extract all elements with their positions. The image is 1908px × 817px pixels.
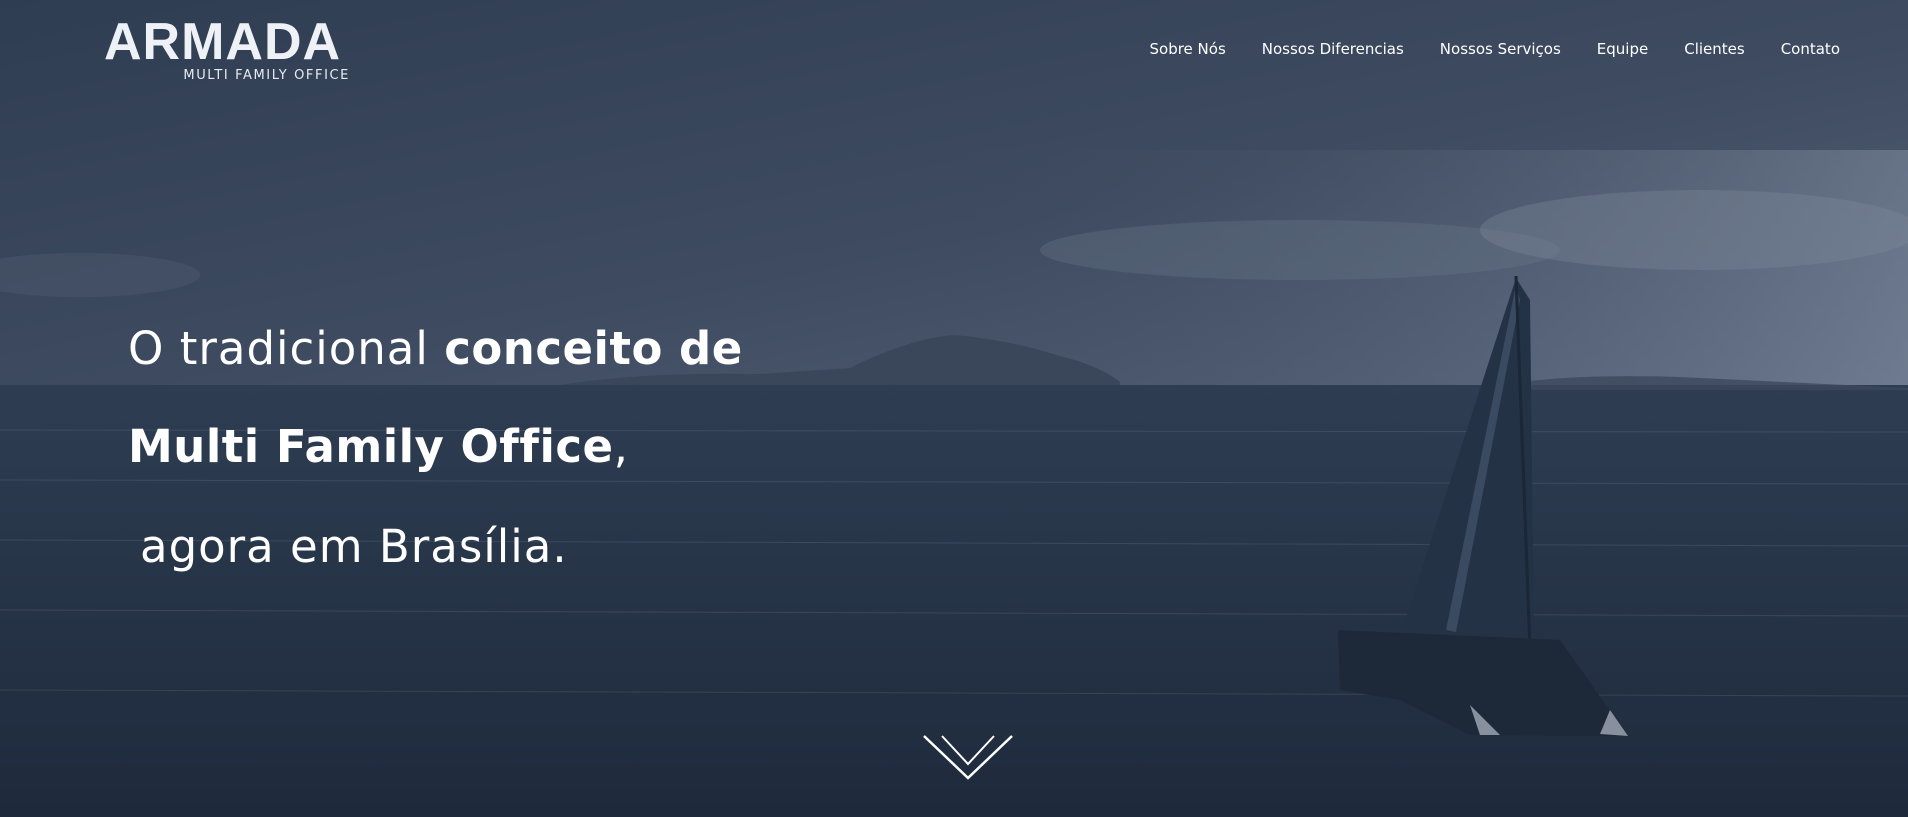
headline-line-1: O tradicional conceito de	[128, 318, 828, 380]
site-header: ARMADA MULTI FAMILY OFFICE Sobre Nós Nos…	[0, 0, 1908, 100]
hero-section: ARMADA MULTI FAMILY OFFICE Sobre Nós Nos…	[0, 0, 1908, 817]
hero-headline: O tradicional conceito de Multi Family O…	[128, 318, 828, 578]
headline-line-2-bold: Multi Family Office	[128, 420, 614, 473]
headline-line-3-light: agora em Brasília.	[140, 520, 568, 573]
logo-wordmark: ARMADA	[104, 13, 342, 71]
main-nav: Sobre Nós Nossos Diferencias Nossos Serv…	[1150, 40, 1841, 58]
chevron-down-icon[interactable]	[922, 734, 1014, 780]
nav-item-equipe[interactable]: Equipe	[1597, 40, 1648, 58]
logo-subtitle: MULTI FAMILY OFFICE	[183, 68, 350, 83]
brand-logo[interactable]: ARMADA MULTI FAMILY OFFICE	[104, 16, 354, 86]
headline-line-2-light: ,	[613, 420, 629, 473]
nav-item-clientes[interactable]: Clientes	[1684, 40, 1744, 58]
nav-item-contato[interactable]: Contato	[1781, 40, 1840, 58]
headline-line-2: Multi Family Office,	[128, 416, 828, 478]
headline-line-1-light: O tradicional	[128, 322, 445, 375]
headline-line-1-bold: conceito de	[444, 322, 743, 375]
headline-line-3: agora em Brasília.	[128, 516, 828, 578]
nav-item-nossos-diferencias[interactable]: Nossos Diferencias	[1262, 40, 1404, 58]
nav-item-sobre-nos[interactable]: Sobre Nós	[1150, 40, 1226, 58]
nav-item-nossos-servicos[interactable]: Nossos Serviços	[1440, 40, 1561, 58]
